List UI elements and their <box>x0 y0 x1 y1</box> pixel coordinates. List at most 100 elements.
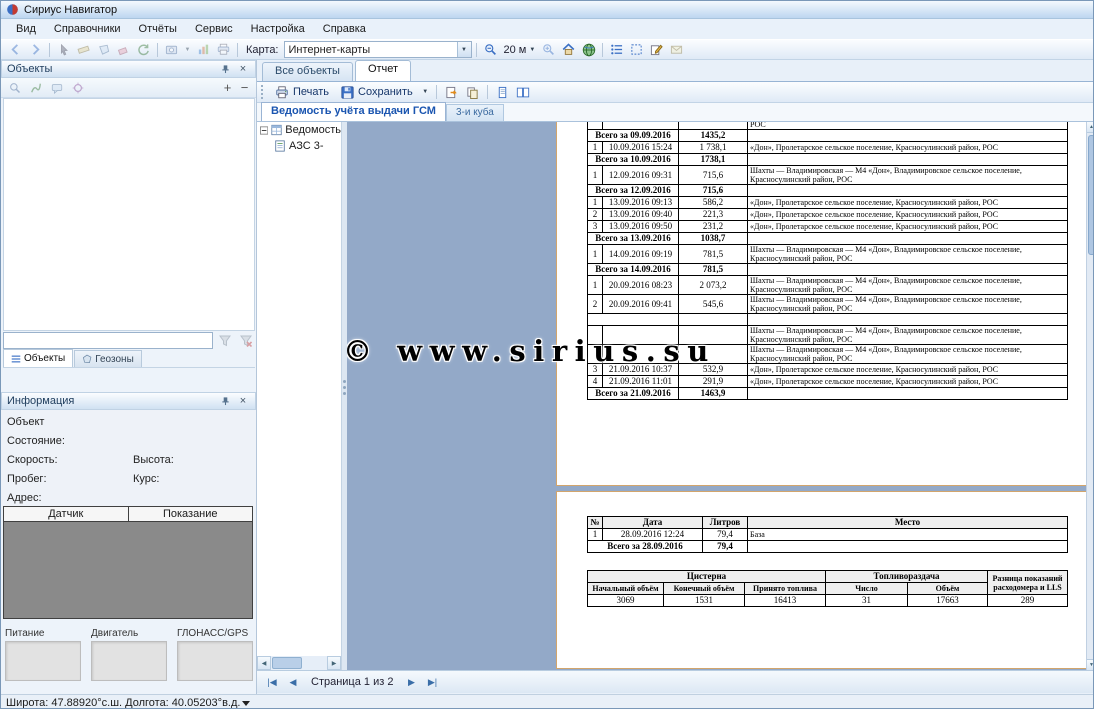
printer-icon <box>275 86 289 99</box>
refresh-icon[interactable] <box>134 41 153 58</box>
toolbar-separator <box>476 43 477 57</box>
status-box-label: Питание <box>5 628 81 639</box>
sensor-column-header: Показание <box>129 507 253 521</box>
zoom-dropdown-icon: ▼ <box>529 47 535 53</box>
scroll-up-icon[interactable]: ▲ <box>1087 122 1094 133</box>
screenshot-dropdown-icon[interactable]: ▼ <box>182 40 193 59</box>
ruler-icon[interactable] <box>74 41 93 58</box>
mail-icon[interactable] <box>667 41 686 58</box>
last-page-button[interactable]: ▶| <box>423 673 441 691</box>
copy-icon[interactable] <box>463 84 482 101</box>
menu-item[interactable]: Настройка <box>242 20 314 38</box>
save-button[interactable]: Сохранить <box>336 83 418 102</box>
status-box-label: Двигатель <box>91 628 167 639</box>
report-tree-panel: Ведомость АЗС 3- ◀ ▶ <box>257 122 342 670</box>
close-icon[interactable]: × <box>236 395 250 408</box>
close-icon[interactable]: × <box>236 63 250 76</box>
scroll-down-icon[interactable]: ▼ <box>1087 659 1094 670</box>
select-area-icon[interactable] <box>627 41 646 58</box>
print-map-icon[interactable] <box>214 41 233 58</box>
chart-icon[interactable] <box>194 41 213 58</box>
zoom-out-icon[interactable] <box>481 41 500 58</box>
track-icon[interactable] <box>26 79 45 96</box>
globe-icon[interactable] <box>579 41 598 58</box>
locate-icon[interactable] <box>68 79 87 96</box>
column-header: Литров <box>703 517 748 529</box>
scroll-right-icon[interactable]: ▶ <box>327 656 341 670</box>
sensor-list[interactable] <box>3 521 253 619</box>
value-cell: 31 <box>826 595 908 607</box>
report-table2: №ДатаЛитровМесто 1 28.09.2016 12:24 79,4… <box>587 516 1068 553</box>
combobox-dropdown-icon[interactable]: ▼ <box>457 42 471 57</box>
back-arrow-icon[interactable] <box>6 41 25 58</box>
two-page-view-icon[interactable] <box>514 84 533 101</box>
zoom-level-combobox[interactable]: 20 м ▼ <box>501 41 539 58</box>
print-button[interactable]: Печать <box>270 83 334 102</box>
document-tab-bar: Ведомость учёта выдачи ГСМ 3-и куба <box>257 103 1094 122</box>
address-label: Адрес: <box>7 492 42 504</box>
sensor-column-header: Датчик <box>4 507 129 521</box>
tab-geozones[interactable]: Геозоны <box>74 350 142 367</box>
message-icon[interactable] <box>47 79 66 96</box>
first-page-button[interactable]: |◀ <box>263 673 281 691</box>
column-header: Дата <box>603 517 703 529</box>
menu-item[interactable]: Справка <box>314 20 375 38</box>
list-icon[interactable] <box>607 41 626 58</box>
doc-tab-cube[interactable]: 3-и куба <box>446 104 504 121</box>
statusbar-dropdown-icon[interactable] <box>242 701 250 706</box>
collapse-all-icon[interactable]: − <box>237 80 252 95</box>
objects-search-input[interactable] <box>3 332 213 349</box>
vertical-scrollbar[interactable]: ▲ ▼ <box>1086 122 1094 670</box>
objects-panel-header: Объекты × <box>1 60 256 78</box>
scrollbar-thumb[interactable] <box>272 657 302 669</box>
eraser-icon[interactable] <box>114 41 133 58</box>
print-button-label: Печать <box>293 86 329 98</box>
export-icon[interactable] <box>442 84 461 101</box>
table-total-row: Всего за 13.09.20161038,7 <box>588 233 1068 245</box>
table-total-row: Всего за 12.09.2016715,6 <box>588 185 1068 197</box>
tab-all-objects[interactable]: Все объекты <box>262 62 353 81</box>
table-total-row: Всего за 10.09.20161738,1 <box>588 154 1068 166</box>
value-cell: 16413 <box>745 595 826 607</box>
tree-item-root[interactable]: Ведомость <box>257 122 341 138</box>
pin-icon[interactable] <box>218 63 232 76</box>
scrollbar-thumb[interactable] <box>1088 135 1094 255</box>
polygon-area-icon[interactable] <box>94 41 113 58</box>
menu-item[interactable]: Отчёты <box>130 20 186 38</box>
edit-icon[interactable] <box>647 41 666 58</box>
status-box: ГЛОНАСС/GPS <box>177 628 253 681</box>
main-area: Все объекты Отчет Печать Сохранить ▼ Вед… <box>257 60 1094 694</box>
previous-page-button[interactable]: ◀ <box>284 673 302 691</box>
clear-filter-icon[interactable] <box>236 332 255 349</box>
next-page-button[interactable]: ▶ <box>402 673 420 691</box>
home-icon[interactable] <box>559 41 578 58</box>
status-box-indicator <box>177 641 253 681</box>
menu-item[interactable]: Вид <box>7 20 45 38</box>
tab-report[interactable]: Отчет <box>355 60 411 81</box>
tree-horizontal-scrollbar[interactable]: ◀ ▶ <box>257 656 341 670</box>
report-viewer[interactable]: РОСВсего за 09.09.20161435,2110.09.2016 … <box>347 122 1086 670</box>
status-box: Двигатель <box>91 628 167 681</box>
search-object-icon[interactable] <box>5 79 24 96</box>
doc-tab-vedomost[interactable]: Ведомость учёта выдачи ГСМ <box>261 102 446 121</box>
info-panel-title: Информация <box>7 395 214 407</box>
toolbar-separator <box>602 43 603 57</box>
zoom-in-icon[interactable] <box>539 41 558 58</box>
menu-item[interactable]: Справочники <box>45 20 130 38</box>
table-row: 421.09.2016 11:01291,9«Дон», Пролетарско… <box>588 376 1068 388</box>
single-page-view-icon[interactable] <box>493 84 512 101</box>
forward-arrow-icon[interactable] <box>26 41 45 58</box>
menu-item[interactable]: Сервис <box>186 20 242 38</box>
cursor-icon[interactable] <box>54 41 73 58</box>
map-source-combobox[interactable]: Интернет-карты ▼ <box>284 41 472 58</box>
screenshot-icon[interactable] <box>162 41 181 58</box>
tree-item-child[interactable]: АЗС 3- <box>257 138 341 154</box>
scroll-left-icon[interactable]: ◀ <box>257 656 271 670</box>
objects-tree[interactable] <box>3 98 255 331</box>
filter-icon[interactable] <box>215 332 234 349</box>
pin-icon[interactable] <box>218 395 232 408</box>
tab-objects[interactable]: Объекты <box>3 349 73 367</box>
objects-panel-tabs: Объекты Геозоны <box>3 350 255 368</box>
save-dropdown-icon[interactable]: ▼ <box>420 83 431 102</box>
expand-all-icon[interactable]: + <box>220 80 235 95</box>
